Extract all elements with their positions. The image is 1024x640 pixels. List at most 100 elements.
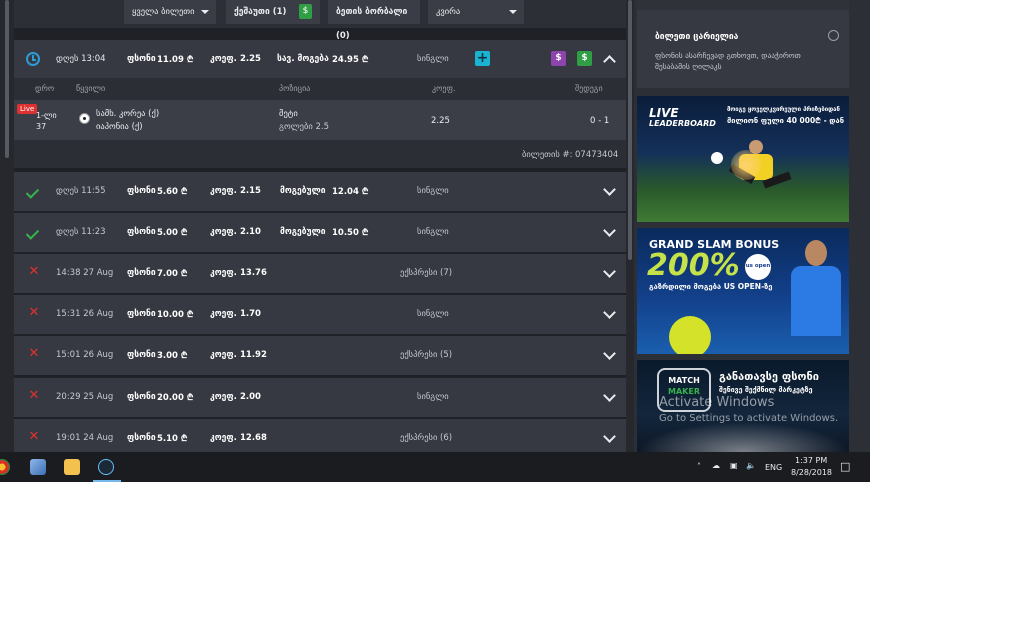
col-odds: კოეფ. — [432, 84, 456, 93]
match-column-headers: დრო წყვილი პოზიცია კოეფ. შედეგი — [14, 78, 626, 100]
ticket-header[interactable]: დღეს 13:04 ფსონი 11.09 ₾ კოეფ. 2.25 სავ.… — [14, 40, 626, 79]
clock-date[interactable]: 8/28/2018 — [791, 468, 832, 477]
chrome-icon[interactable] — [0, 459, 10, 475]
ticket-time: 15:31 26 Aug — [56, 309, 114, 319]
grand-slam-bonus-banner[interactable]: GRAND SLAM BONUS 200% us open გაზრდილი მ… — [637, 228, 849, 354]
filter-label: კვირა — [436, 7, 461, 17]
betslip-title: ბილეთი ცარიელია — [655, 32, 739, 42]
app-window: ყველა ბილეთი ქეშაუთი (1) $ ბეთის ბორბალი… — [0, 0, 870, 482]
stake-value: 5.10 ₾ — [157, 434, 188, 444]
filter-cashout[interactable]: ქეშაუთი (1) $ — [226, 0, 320, 24]
betslip-text: ფსონის ასარჩევად გთხოვთ, დააჭიროთ — [655, 51, 801, 60]
filter-all-tickets[interactable]: ყველა ბილეთი — [124, 0, 216, 24]
chevron-down-icon[interactable] — [603, 430, 616, 443]
stake-label: ფსონი — [127, 350, 156, 360]
chevron-up-icon[interactable]: ˄ — [697, 462, 701, 471]
ticket-row[interactable]: ✕ 20:29 25 Aug ფსონი 20.00 ₾ კოეფ. 2.00 სინგლი — [14, 378, 626, 417]
stake-label: ფსონი — [127, 54, 156, 64]
odds-label: კოეფ. — [210, 268, 237, 278]
dollar-icon[interactable]: $ — [551, 51, 566, 66]
ticket-time: 20:29 25 Aug — [56, 392, 114, 402]
football-icon — [79, 113, 90, 124]
check-icon — [25, 226, 40, 240]
betslip-text: შესაბამის ღილაკს — [655, 62, 722, 71]
tennis-player-image — [785, 234, 845, 352]
chevron-up-icon[interactable] — [603, 55, 616, 68]
banner-live: LIVE — [649, 106, 679, 120]
cross-icon: ✕ — [28, 388, 40, 403]
live-badge: Live — [17, 104, 38, 114]
chevron-down-icon[interactable] — [603, 265, 616, 278]
betslip-panel: ბილეთი ცარიელია ფსონის ასარჩევად გთხოვთ,… — [637, 0, 849, 88]
ticket-row[interactable]: დღეს 11:23 ფსონი 5.00 ₾ კოეფ. 2.10 მოგებული 10… — [14, 213, 626, 252]
filter-bet-wheel[interactable]: ბეთის ბორბალი (0) — [328, 0, 420, 41]
filter-bar: ყველა ბილეთი ქეშაუთი (1) $ ბეთის ბორბალი… — [14, 0, 626, 41]
odds-label: კოეფ. — [210, 433, 237, 443]
panel-top-strip — [637, 0, 849, 10]
app-icon[interactable] — [30, 459, 46, 475]
chevron-down-icon[interactable] — [603, 347, 616, 360]
logo-text: MATCH — [668, 376, 700, 385]
right-scrollbar[interactable] — [626, 0, 634, 452]
ticket-type: ექსპრესი (5) — [400, 350, 453, 360]
clock-time[interactable]: 1:37 PM — [795, 456, 827, 465]
odds-value: 2.25 — [240, 54, 261, 64]
chevron-down-icon[interactable] — [603, 306, 616, 319]
stake-value: 11.09 ₾ — [157, 55, 194, 65]
live-leaderboard-banner[interactable]: LIVE LEADERBOARD მოიგე ყოველკვირეული პრი… — [637, 96, 849, 222]
ticket-row[interactable]: დღეს 11:55 ფსონი 5.60 ₾ კოეფ. 2.15 მოგებული 12… — [14, 172, 626, 211]
odds-label: კოეფ. — [210, 309, 237, 319]
scroll-thumb[interactable] — [5, 0, 9, 158]
ticket-row[interactable]: ✕ 15:01 26 Aug ფსონი 3.00 ₾ კოეფ. 11.92 ექსპრე… — [14, 336, 626, 375]
ticket-row[interactable]: ✕ 15:31 26 Aug ფსონი 10.00 ₾ კოეფ. 1.70 სინგლი — [14, 295, 626, 334]
filter-period[interactable]: კვირა — [428, 0, 524, 24]
ticket-number: 07473404 — [575, 150, 619, 160]
check-icon — [25, 185, 40, 199]
stake-label: ფსონი — [127, 392, 156, 402]
stake-value: 5.00 ₾ — [157, 228, 188, 238]
banner-text: მილიონ ფული 40 000₾ - დან — [727, 116, 844, 125]
volume-icon[interactable]: 🔈 — [746, 461, 756, 470]
odds-label: კოეფ. — [210, 186, 237, 196]
chevron-down-icon[interactable] — [603, 183, 616, 196]
odds-value: 12.68 — [240, 433, 267, 443]
odds-label: კოეფ. — [210, 54, 237, 64]
result-label: მოგებული — [280, 227, 326, 237]
match-score: 0 - 1 — [590, 116, 610, 126]
odds-label: კოეფ. — [210, 227, 237, 237]
result-value: 10.50 ₾ — [332, 228, 369, 238]
cashout-dollar-icon[interactable]: $ — [577, 51, 592, 66]
stake-label: ფსონი — [127, 433, 156, 443]
potential-label: სავ. მოგება — [277, 54, 329, 64]
network-icon[interactable]: ▣ — [730, 461, 738, 470]
odds-label: კოეფ. — [210, 392, 237, 402]
potential-value: 24.95 ₾ — [332, 55, 369, 65]
windows-activation-watermark-sub: Go to Settings to activate Windows. — [659, 413, 839, 424]
ticket-row[interactable]: ✕ 14:38 27 Aug ფსონი 7.00 ₾ კოეფ. 13.76 ექსპრე… — [14, 254, 626, 293]
steam-icon[interactable] — [98, 459, 114, 475]
cross-icon: ✕ — [28, 305, 40, 320]
selection: გოლები 2.5 — [279, 122, 330, 132]
banner-percent: 200% — [647, 248, 740, 283]
odds-value: 2.15 — [240, 186, 261, 196]
stake-label: ფსონი — [127, 227, 156, 237]
scroll-thumb[interactable] — [628, 0, 632, 260]
odds-value: 2.00 — [240, 392, 261, 402]
language-indicator[interactable]: ENG — [765, 463, 782, 472]
notifications-icon[interactable]: □ — [840, 460, 850, 473]
info-icon[interactable] — [828, 30, 839, 41]
cloud-icon[interactable]: ☁ — [712, 461, 720, 470]
chevron-down-icon[interactable] — [603, 389, 616, 402]
file-explorer-icon[interactable] — [64, 459, 80, 475]
filter-label: ქეშაუთი (1) — [234, 7, 287, 17]
stake-value: 20.00 ₾ — [157, 393, 194, 403]
team-home: სამხ. კორეა (ქ) — [96, 109, 160, 119]
ticket-time: დღეს 13:04 — [56, 54, 106, 64]
stake-label: ფსონი — [127, 186, 156, 196]
us-open-text: us open — [745, 263, 771, 269]
cross-icon: ✕ — [28, 429, 40, 444]
windows-activation-watermark: Activate Windows — [659, 395, 775, 410]
plus-icon[interactable]: + — [475, 51, 490, 66]
chevron-down-icon[interactable] — [603, 224, 616, 237]
left-scrollbar[interactable] — [0, 0, 14, 452]
